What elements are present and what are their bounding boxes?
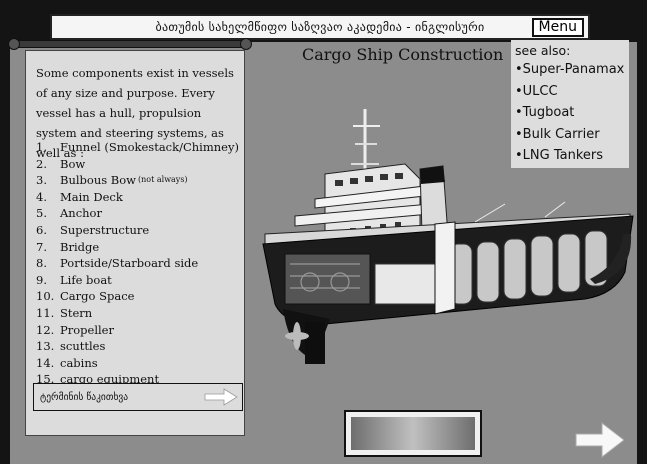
component-number: 2. bbox=[36, 156, 47, 171]
media-preview-box[interactable] bbox=[344, 410, 482, 457]
component-label: Bridge bbox=[60, 239, 100, 254]
component-list-item: 13. scuttles bbox=[36, 338, 246, 355]
component-label: Anchor bbox=[60, 206, 102, 221]
component-label: Portside/Starboard side bbox=[60, 256, 199, 271]
component-number: 12. bbox=[36, 322, 55, 337]
scroll-knob-right-decoration bbox=[240, 38, 252, 50]
component-number: 4. bbox=[36, 189, 47, 204]
component-number: 6. bbox=[36, 222, 47, 237]
component-label: Stern bbox=[60, 305, 93, 320]
component-number: 14. bbox=[36, 355, 55, 370]
read-term-button[interactable]: ტერმინის წაკითხვა bbox=[33, 383, 243, 411]
component-number: 1. bbox=[36, 140, 47, 154]
see-also-link-super-panamax[interactable]: •Super-Panamax bbox=[515, 59, 625, 81]
cargo-ship-cutaway-illustration bbox=[262, 109, 634, 364]
components-panel: Some components exist in vessels of any … bbox=[25, 50, 245, 436]
component-list-item: 7. Bridge bbox=[36, 239, 246, 256]
next-arrow-icon[interactable] bbox=[574, 421, 626, 459]
component-note: (not always) bbox=[138, 175, 188, 185]
see-also-title: see also: bbox=[515, 43, 571, 58]
component-list-item: 10. Cargo Space bbox=[36, 288, 246, 305]
read-term-label: ტერმინის წაკითხვა bbox=[40, 391, 129, 403]
component-number: 8. bbox=[36, 256, 47, 271]
component-list-item: 11. Stern bbox=[36, 305, 246, 322]
component-label: Propeller bbox=[60, 322, 114, 337]
see-also-link-ulcc[interactable]: •ULCC bbox=[515, 81, 625, 103]
menu-button[interactable]: Menu bbox=[531, 18, 584, 37]
scroll-rod-decoration bbox=[14, 40, 246, 48]
component-number: 13. bbox=[36, 339, 55, 354]
component-label: Cargo Space bbox=[60, 289, 135, 304]
component-list-item: 8. Portside/Starboard side bbox=[36, 255, 246, 272]
component-list-item: 9. Life boat bbox=[36, 272, 246, 289]
component-list-item: 6. Superstructure bbox=[36, 222, 246, 239]
page-title: Cargo Ship Construction bbox=[302, 45, 504, 64]
component-label: scuttles bbox=[60, 339, 106, 354]
component-label: Main Deck bbox=[60, 189, 123, 204]
component-number: 5. bbox=[36, 206, 47, 221]
component-list-item: 5. Anchor bbox=[36, 205, 246, 222]
component-label: Life boat bbox=[60, 272, 112, 287]
component-number: 7. bbox=[36, 239, 47, 254]
component-label: Bow bbox=[60, 156, 86, 171]
component-number: 3. bbox=[36, 173, 47, 188]
component-number: 10. bbox=[36, 289, 55, 304]
header-title: ბათუმის სახელმწიფო საზღვაო აკადემია - ინ… bbox=[155, 20, 485, 34]
header-bar: ბათუმის სახელმწიფო საზღვაო აკადემია - ინ… bbox=[50, 14, 590, 40]
component-list-item: 14. cabins bbox=[36, 355, 246, 372]
component-number: 11. bbox=[36, 305, 55, 320]
media-preview-gradient bbox=[351, 417, 475, 450]
component-list-item: 12. Propeller bbox=[36, 322, 246, 339]
component-number: 9. bbox=[36, 272, 47, 287]
component-label: cabins bbox=[60, 355, 98, 370]
component-list-item: 4. Main Deck bbox=[36, 189, 246, 206]
components-list: 1. Funnel (Smokestack/Chimney) 2. Bow 3. Bulb… bbox=[36, 139, 246, 388]
scroll-knob-left-decoration bbox=[8, 38, 20, 50]
component-list-item: 2. Bow bbox=[36, 156, 246, 173]
component-list-item: 3. Bulbous Bow (not always) bbox=[36, 172, 246, 189]
component-label: Funnel (Smokestack/Chimney) bbox=[60, 140, 239, 154]
component-label: Superstructure bbox=[60, 222, 150, 237]
component-label: Bulbous Bow bbox=[60, 173, 137, 188]
component-list-item: 1. Funnel (Smokestack/Chimney) bbox=[36, 139, 246, 156]
right-arrow-icon bbox=[204, 388, 238, 406]
